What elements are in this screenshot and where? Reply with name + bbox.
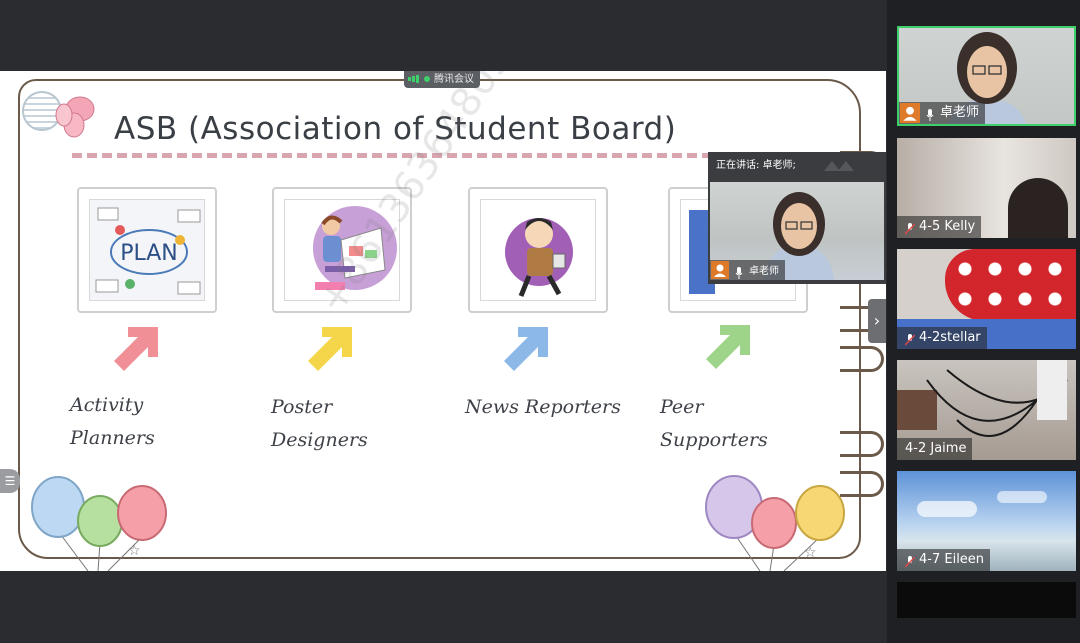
svg-text:☆: ☆ — [804, 545, 817, 561]
spiral-ring — [840, 346, 884, 372]
tencent-meeting-badge[interactable]: 腾讯会议 — [404, 71, 480, 88]
participant-video — [917, 501, 977, 517]
participant-name-tag: 4-7 Eileen — [897, 549, 991, 571]
activity-planners-image: PLAN — [77, 187, 217, 313]
role-label-peer-supporters: Peer Supporters — [660, 396, 768, 451]
balloons-right-icon: ☆ — [705, 475, 845, 571]
participant-tile[interactable]: 4-2 Jaime — [897, 360, 1076, 460]
participant-tile[interactable]: 卓老师 — [897, 26, 1076, 126]
participant-tile[interactable]: 4-5 Kelly — [897, 138, 1076, 238]
participant-list: 卓老师 4-5 Kelly 4-2stellar 4-2 Jaime 4-7 E… — [887, 0, 1080, 643]
participant-video — [945, 249, 1076, 321]
participant-name-tag: 卓老师 — [899, 102, 986, 124]
participant-tile[interactable]: 4-2stellar — [897, 249, 1076, 349]
role-label-poster-designers: Poster Designers — [271, 396, 368, 451]
speaking-indicator: 正在讲话: 卓老师; — [708, 152, 886, 180]
user-avatar-icon — [900, 103, 920, 123]
participant-name-tag: 4-5 Kelly — [897, 216, 982, 238]
news-reporters-image — [468, 187, 608, 313]
participant-video — [1008, 178, 1068, 238]
microphone-muted-icon — [904, 554, 916, 568]
microphone-icon — [926, 107, 934, 121]
slide-title: ASB (Association of Student Board) — [114, 111, 677, 147]
tencent-logo-icon — [824, 161, 854, 171]
microphone-icon — [735, 265, 743, 279]
speaker-video-feed: 卓老师 — [710, 182, 884, 280]
chevron-right-icon[interactable]: › — [868, 299, 886, 343]
role-label-news-reporters: News Reporters — [465, 396, 621, 418]
role-label-activity-planners: Activity Planners — [70, 394, 155, 449]
participant-name-tag: 4-2stellar — [897, 327, 987, 349]
speaker-name-tag: 卓老师 — [710, 260, 785, 280]
active-speaker-window[interactable]: 正在讲话: 卓老师; 卓老师 — [708, 152, 886, 284]
balloons-left-icon: ☆ — [31, 476, 167, 571]
participant-name-tag: 4-2 Jaime — [897, 438, 973, 460]
arrow-up-right-icon — [504, 327, 548, 371]
arrow-up-right-icon — [706, 325, 750, 369]
plan-text: PLAN — [120, 241, 178, 266]
svg-text:☆: ☆ — [128, 543, 141, 559]
butterfly-icon — [55, 96, 95, 138]
plan-diagram-icon: PLAN — [95, 207, 201, 295]
arrow-up-right-icon — [308, 327, 352, 371]
microphone-muted-icon — [904, 332, 916, 346]
list-menu-icon[interactable]: ☰ — [0, 469, 20, 493]
connection-status-icon — [424, 76, 430, 82]
spiral-ring — [840, 431, 884, 457]
user-avatar-icon — [711, 261, 729, 279]
reporter-illustration-icon — [505, 218, 573, 297]
microphone-muted-icon — [904, 221, 916, 235]
shared-slide: ASB (Association of Student Board) PLAN — [0, 71, 886, 571]
participant-tile[interactable]: 4-7 Eileen — [897, 471, 1076, 571]
participant-tile[interactable] — [897, 582, 1076, 618]
arrow-up-right-icon — [114, 327, 158, 371]
